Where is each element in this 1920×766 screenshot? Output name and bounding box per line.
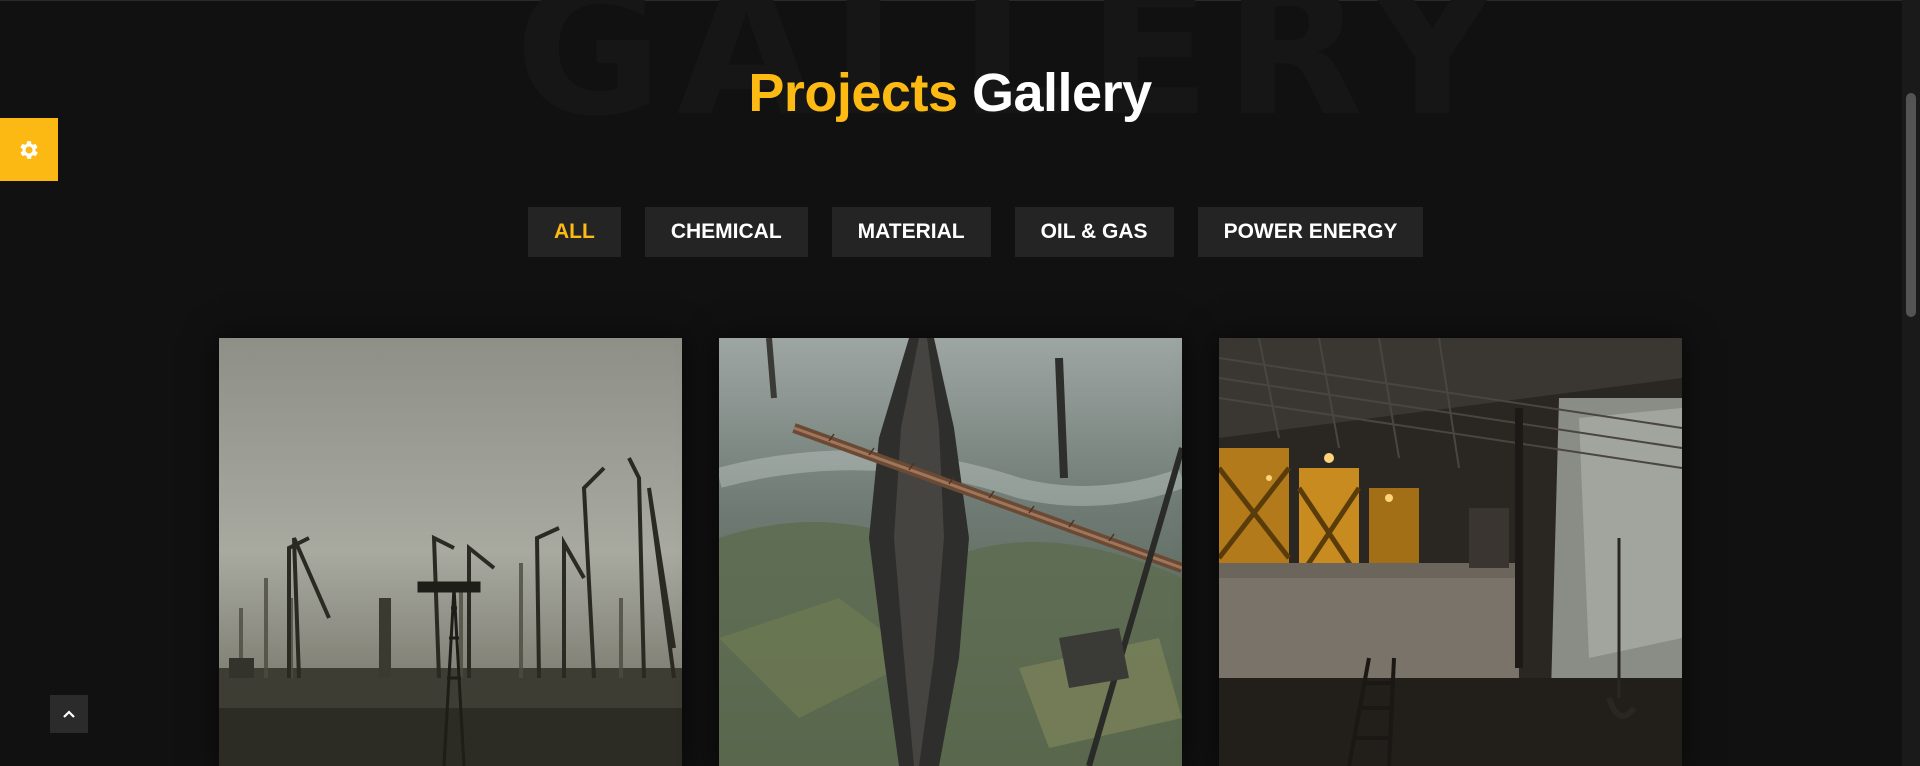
title-accent: Projects xyxy=(748,63,958,123)
filter-material[interactable]: MATERIAL xyxy=(831,207,991,257)
gear-icon xyxy=(20,140,38,159)
filter-oil-gas[interactable]: OIL & GAS xyxy=(1014,207,1174,257)
scroll-to-top-button[interactable] xyxy=(50,695,88,733)
filter-bar: ALL CHEMICAL MATERIAL OIL & GAS POWER EN… xyxy=(528,207,1424,257)
filter-all[interactable]: ALL xyxy=(528,207,621,257)
gallery-item-industrial-interior[interactable] xyxy=(1219,338,1682,766)
page-title: Projects Gallery xyxy=(0,58,1900,128)
industrial-interior-image xyxy=(1219,338,1682,766)
settings-button[interactable] xyxy=(0,118,58,181)
filter-power-energy[interactable]: POWER ENERGY xyxy=(1197,207,1424,257)
title-rest: Gallery xyxy=(972,63,1152,123)
chevron-up-icon xyxy=(63,710,75,718)
filter-chemical[interactable]: CHEMICAL xyxy=(644,207,808,257)
scrollbar-thumb[interactable] xyxy=(1906,93,1916,317)
port-cranes-image xyxy=(219,338,682,766)
gallery-item-port-cranes[interactable] xyxy=(219,338,682,766)
aerial-tower-image xyxy=(719,338,1182,766)
gallery-item-aerial-tower[interactable] xyxy=(719,338,1182,766)
page: GALLERY Projects Gallery ALL CHEMICAL MA… xyxy=(0,0,1920,766)
